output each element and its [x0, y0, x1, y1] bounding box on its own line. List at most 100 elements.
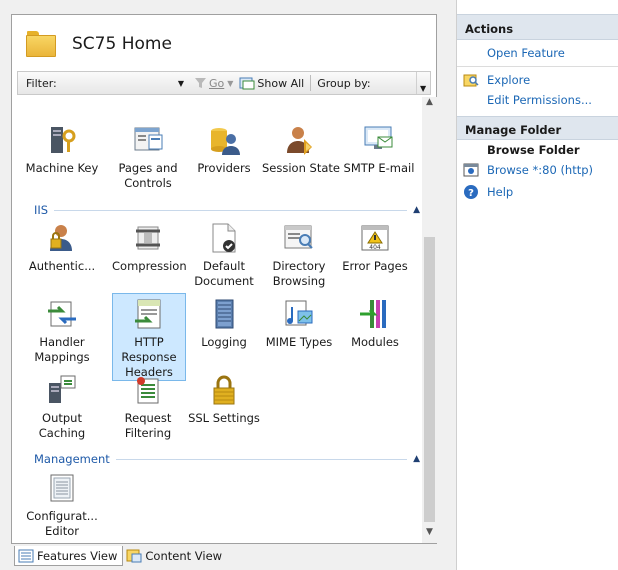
feature-http-response-headers[interactable]: HTTP Response Headers: [112, 293, 186, 381]
default-document-icon: [207, 221, 241, 255]
smtp-email-icon: [362, 123, 396, 157]
explore-icon: [463, 72, 479, 88]
filter-dropdown-icon[interactable]: ▼: [174, 79, 188, 88]
go-dropdown-icon[interactable]: ▼: [227, 79, 233, 88]
svg-text:?: ?: [468, 188, 474, 199]
feature-smtp-email[interactable]: SMTP E-mail: [342, 123, 416, 176]
feature-label: Pages and Controls: [118, 161, 178, 190]
feature-label: Compression: [112, 259, 187, 273]
browse-folder-label: Browse Folder: [487, 143, 580, 157]
feature-label: Session State: [262, 161, 340, 175]
features-view-icon: [18, 549, 34, 562]
actions-header: Actions: [457, 14, 618, 40]
feature-label: Machine Key: [25, 161, 99, 175]
modules-icon: [358, 297, 392, 331]
feature-label: Modules: [351, 335, 399, 349]
feature-session-state[interactable]: Session State: [262, 123, 340, 176]
filter-toolbar: Filter: ▼ Go ▼ Show All Group by: ▼: [17, 71, 431, 95]
feature-providers[interactable]: Providers: [188, 123, 260, 176]
logging-icon: [207, 297, 241, 331]
mime-types-icon: [282, 297, 316, 331]
section-title: IIS: [34, 203, 49, 217]
section-header-iis[interactable]: IIS ▲: [34, 202, 420, 218]
scroll-up-icon[interactable]: ▲: [422, 97, 437, 113]
directory-browsing-icon: [282, 221, 316, 255]
session-state-icon: [284, 123, 318, 157]
toolbar-separator: [310, 75, 312, 91]
show-all-label: Show All: [257, 76, 305, 90]
feature-machine-key[interactable]: Machine Key: [18, 123, 106, 176]
feature-output-caching[interactable]: Output Caching: [26, 373, 98, 441]
manage-folder-header: Manage Folder: [457, 116, 618, 140]
show-all-button[interactable]: Show All: [239, 76, 304, 90]
feature-label: SSL Settings: [188, 411, 260, 425]
collapse-icon[interactable]: ▲: [413, 205, 420, 215]
feature-authentication[interactable]: Authentic...: [26, 221, 98, 274]
actions-divider: [457, 66, 618, 67]
feature-request-filtering[interactable]: Request Filtering: [112, 373, 184, 441]
feature-default-document[interactable]: Default Document: [188, 221, 260, 289]
go-label: Go: [209, 76, 225, 90]
feature-modules[interactable]: Modules: [339, 297, 411, 350]
providers-icon: [207, 123, 241, 157]
tab-features-view[interactable]: Features View: [14, 546, 124, 566]
feature-configuration-editor[interactable]: Configurat... Editor: [26, 471, 98, 539]
feature-label: SMTP E-mail: [343, 161, 415, 175]
ssl-settings-icon: [207, 373, 241, 407]
toolbar-overflow-button[interactable]: ▼: [416, 72, 430, 94]
feature-pages-controls[interactable]: Pages and Controls: [112, 123, 184, 191]
page-title: SC75 Home: [72, 34, 172, 54]
tab-label: Content View: [145, 549, 223, 563]
actions-pane: Actions Open Feature Explore Edit Permis…: [456, 0, 618, 570]
scroll-down-icon[interactable]: ▼: [422, 527, 437, 543]
collapse-icon[interactable]: ▲: [413, 454, 420, 464]
feature-directory-browsing[interactable]: Directory Browsing: [263, 221, 335, 289]
feature-label: Output Caching: [38, 411, 86, 440]
feature-ssl-settings[interactable]: SSL Settings: [188, 373, 260, 426]
feature-label: Directory Browsing: [272, 259, 326, 288]
group-by-dropdown[interactable]: Group by:: [317, 77, 370, 90]
compression-icon: [131, 221, 165, 255]
folder-icon: [26, 31, 56, 57]
browse-80-label: Browse *:80 (http): [487, 163, 594, 177]
scrollbar-thumb[interactable]: [424, 237, 435, 522]
section-title: Management: [34, 452, 110, 466]
section-header-management[interactable]: Management ▲: [34, 451, 420, 467]
feature-label: Request Filtering: [124, 411, 172, 440]
go-button[interactable]: Go ▼: [194, 77, 233, 90]
filter-input[interactable]: [64, 75, 174, 91]
open-feature-link[interactable]: Open Feature: [457, 43, 618, 63]
authentication-icon: [45, 221, 79, 255]
feature-mime-types[interactable]: MIME Types: [263, 297, 335, 350]
feature-logging[interactable]: Logging: [188, 297, 260, 350]
edit-permissions-link[interactable]: Edit Permissions...: [457, 90, 618, 110]
content-view-icon: [126, 549, 142, 563]
feature-label: Logging: [201, 335, 247, 349]
feature-label: Configurat... Editor: [26, 509, 98, 538]
help-link[interactable]: ? Help: [457, 182, 618, 202]
help-icon: ?: [463, 184, 479, 200]
help-label: Help: [487, 185, 514, 199]
http-response-headers-icon: [132, 297, 166, 331]
feature-handler-mappings[interactable]: Handler Mappings: [26, 297, 98, 365]
output-caching-icon: [45, 373, 79, 407]
vertical-scrollbar[interactable]: ▲ ▼: [422, 97, 437, 543]
feature-error-pages[interactable]: 404 Error Pages: [339, 221, 411, 274]
machine-key-icon: [45, 123, 79, 157]
view-tabs: Features View Content View: [14, 546, 227, 566]
show-all-icon: [239, 77, 255, 90]
features-grid: Machine Key Pages and Controls Providers…: [12, 97, 422, 543]
funnel-icon: [195, 78, 206, 88]
feature-label: Handler Mappings: [34, 335, 90, 364]
browse-icon: [463, 162, 479, 178]
error-pages-icon: 404: [358, 221, 392, 255]
feature-label: Authentic...: [28, 259, 96, 273]
features-panel: SC75 Home Filter: ▼ Go ▼ Show All Group …: [11, 14, 437, 544]
explore-link[interactable]: Explore: [457, 70, 618, 90]
section-divider: [54, 209, 408, 211]
tab-content-view[interactable]: Content View: [123, 546, 227, 566]
explore-label: Explore: [487, 73, 531, 87]
features-area: SC75 Home Filter: ▼ Go ▼ Show All Group …: [0, 0, 456, 570]
feature-compression[interactable]: Compression: [112, 221, 187, 274]
browse-80-link[interactable]: Browse *:80 (http): [457, 160, 618, 180]
